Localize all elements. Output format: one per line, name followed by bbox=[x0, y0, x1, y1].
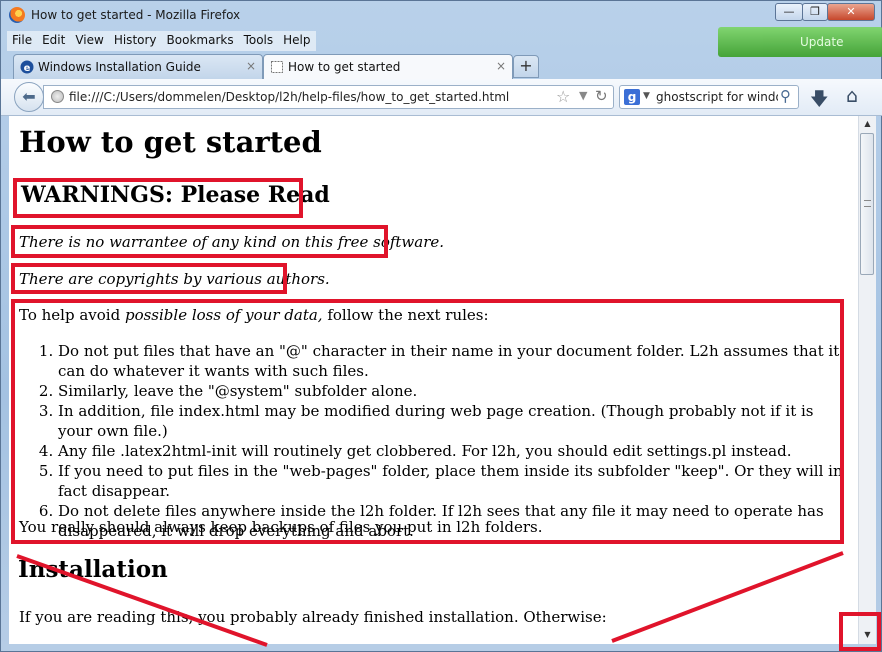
navigation-toolbar: file:///C:/Users/dommelen/Desktop/l2h/he… bbox=[1, 79, 882, 116]
vertical-scrollbar[interactable]: ▲ ▼ bbox=[858, 116, 876, 644]
browser-window: How to get started - Mozilla Firefox Upd… bbox=[0, 0, 882, 652]
svg-text:e: e bbox=[24, 63, 31, 74]
warnings-heading: WARNINGS: Please Read bbox=[21, 182, 330, 208]
scroll-down-arrow-icon[interactable]: ▼ bbox=[859, 627, 876, 643]
menu-tools[interactable]: Tools bbox=[238, 31, 279, 51]
search-input[interactable]: ghostscript for windows bbox=[656, 90, 778, 104]
intro-prefix: To help avoid bbox=[19, 306, 125, 324]
history-dropdown-icon[interactable]: ▼ bbox=[579, 89, 587, 102]
firefox-logo-icon bbox=[9, 7, 25, 23]
list-item: Do not put files that have an "@" charac… bbox=[58, 341, 846, 381]
installation-heading: Installation bbox=[18, 556, 168, 583]
grip-icon bbox=[864, 200, 871, 207]
maximize-button[interactable]: ❐ bbox=[802, 3, 828, 21]
backup-advice: You really should always keep backups of… bbox=[19, 518, 543, 536]
google-engine-icon[interactable]: g bbox=[624, 89, 640, 105]
title-bar: How to get started - Mozilla Firefox Upd… bbox=[1, 1, 882, 57]
list-item: Any file .latex2html-init will routinely… bbox=[58, 441, 846, 461]
list-item: If you need to put files in the "web-pag… bbox=[58, 461, 846, 501]
scrollbar-thumb[interactable] bbox=[860, 133, 874, 275]
page-content: How to get started WARNINGS: Please Read… bbox=[9, 116, 858, 644]
engine-dropdown-icon[interactable]: ▼ bbox=[643, 91, 650, 101]
minimize-button[interactable]: — bbox=[775, 3, 803, 21]
rules-list: Do not put files that have an "@" charac… bbox=[19, 341, 846, 541]
search-bar[interactable]: g ▼ ghostscript for windows ⚲ bbox=[619, 85, 799, 109]
intro-emphasis: possible loss of your data, bbox=[124, 306, 323, 324]
home-icon[interactable]: ⌂ bbox=[846, 85, 858, 107]
menu-edit[interactable]: Edit bbox=[37, 31, 71, 51]
list-item: Similarly, leave the "@system" subfolder… bbox=[58, 381, 846, 401]
scroll-up-arrow-icon[interactable]: ▲ bbox=[859, 116, 876, 132]
rules-intro: To help avoid possible loss of your data… bbox=[19, 306, 489, 324]
menu-history[interactable]: History bbox=[108, 31, 162, 51]
search-icon[interactable]: ⚲ bbox=[780, 87, 791, 105]
menu-file[interactable]: File bbox=[7, 31, 38, 51]
url-text[interactable]: file:///C:/Users/dommelen/Desktop/l2h/he… bbox=[69, 90, 509, 104]
intro-suffix: follow the next rules: bbox=[322, 306, 489, 324]
warranty-notice: There is no warrantee of any kind on thi… bbox=[19, 233, 445, 251]
close-window-button[interactable]: ✕ bbox=[827, 3, 875, 21]
tab-close-icon[interactable]: × bbox=[496, 59, 506, 73]
new-tab-button[interactable]: + bbox=[513, 55, 539, 78]
menu-bar: File Edit View History Bookmarks Tools H… bbox=[7, 31, 316, 51]
tab-label: Windows Installation Guide bbox=[38, 60, 201, 74]
list-item: In addition, file index.html may be modi… bbox=[58, 401, 846, 441]
downloads-icon[interactable]: 🡇 bbox=[810, 87, 829, 117]
tab-windows-installation-guide[interactable]: e Windows Installation Guide × bbox=[13, 54, 263, 79]
blank-page-icon bbox=[271, 61, 283, 73]
external-update-button-label: Update bbox=[800, 35, 844, 49]
installation-text: If you are reading this, you probably al… bbox=[19, 608, 607, 626]
page-title: How to get started bbox=[19, 125, 322, 159]
menu-view[interactable]: View bbox=[70, 31, 109, 51]
url-bar[interactable]: file:///C:/Users/dommelen/Desktop/l2h/he… bbox=[43, 85, 614, 109]
menu-help[interactable]: Help bbox=[278, 31, 316, 51]
globe-icon bbox=[51, 90, 64, 103]
tab-label: How to get started bbox=[288, 60, 401, 74]
copyright-notice: There are copyrights by various authors. bbox=[19, 270, 330, 288]
tab-close-icon[interactable]: × bbox=[246, 59, 256, 73]
back-button[interactable]: ⬅ bbox=[14, 82, 44, 112]
tab-how-to-get-started[interactable]: How to get started × bbox=[263, 54, 513, 79]
menu-bookmarks[interactable]: Bookmarks bbox=[161, 31, 239, 51]
window-title: How to get started - Mozilla Firefox bbox=[31, 8, 241, 22]
site-favicon-icon: e bbox=[20, 60, 34, 74]
reload-icon[interactable]: ↻ bbox=[595, 87, 608, 105]
external-update-button[interactable]: Update bbox=[718, 27, 882, 57]
bookmark-star-icon[interactable]: ☆ bbox=[556, 87, 570, 106]
tab-bar: e Windows Installation Guide × How to ge… bbox=[1, 54, 882, 79]
